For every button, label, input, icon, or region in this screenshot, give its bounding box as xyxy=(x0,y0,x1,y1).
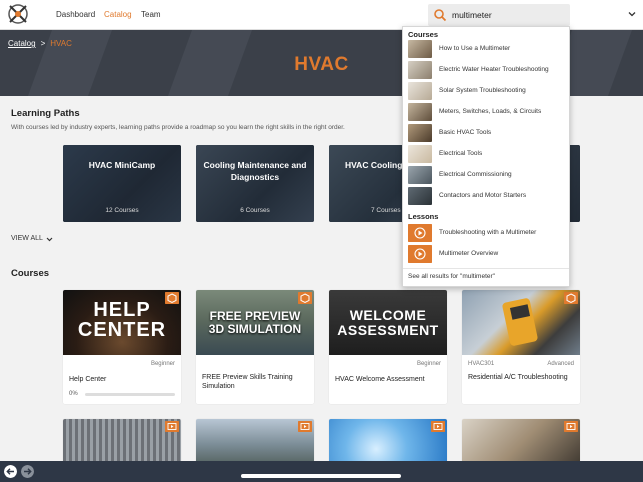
course-card[interactable]: HVAC301 Advanced Residential A/C Trouble… xyxy=(462,290,580,404)
search-result-lesson[interactable]: Troubleshooting with a Multimeter xyxy=(407,223,567,243)
search-result-label: Basic HVAC Tools xyxy=(439,129,492,136)
course-card[interactable]: HELP CENTER Beginner Help Center 0% xyxy=(63,290,181,404)
course-level: Advanced xyxy=(547,361,574,367)
3d-badge-icon xyxy=(165,292,179,304)
view-all-button[interactable]: VIEW ALL xyxy=(11,235,43,242)
course-image: FREE PREVIEW 3D SIMULATION xyxy=(196,290,314,355)
search-input[interactable]: multimeter xyxy=(428,4,570,26)
course-title: FREE Preview Skills Training Simulation xyxy=(202,374,293,390)
course-thumbnail xyxy=(408,61,432,79)
course-thumbnail xyxy=(408,103,432,121)
search-result-course[interactable]: Basic HVAC Tools xyxy=(407,123,567,143)
breadcrumb: Catalog > HVAC xyxy=(8,39,72,48)
play-icon xyxy=(408,245,432,263)
course-image-text: HELP CENTER xyxy=(77,299,167,341)
courses-heading: Courses xyxy=(11,268,50,279)
forward-arrow-icon[interactable] xyxy=(21,465,34,478)
nav-catalog[interactable]: Catalog xyxy=(104,10,132,19)
learning-paths-description: With courses led by industry experts, le… xyxy=(11,124,345,131)
course-card[interactable]: FREE PREVIEW 3D SIMULATION FREE Preview … xyxy=(196,290,314,404)
course-card[interactable]: WELCOME ASSESSMENT Beginner HVAC Welcome… xyxy=(329,290,447,404)
course-thumbnail xyxy=(408,166,432,184)
search-icon xyxy=(434,9,447,22)
video-badge-icon xyxy=(564,421,578,432)
nav-dashboard[interactable]: Dashboard xyxy=(56,10,95,19)
course-title: Help Center xyxy=(69,376,107,383)
breadcrumb-catalog-link[interactable]: Catalog xyxy=(8,39,36,48)
learning-paths-heading: Learning Paths xyxy=(11,108,80,119)
search-result-course[interactable]: Solar System Troubleshooting xyxy=(407,81,567,101)
course-image xyxy=(462,290,580,355)
course-code: HVAC301 xyxy=(468,361,495,367)
search-result-course[interactable]: Meters, Switches, Loads, & Circuits xyxy=(407,102,567,122)
learning-path-count: 12 Courses xyxy=(105,207,139,214)
home-indicator[interactable] xyxy=(241,474,401,478)
dropdown-courses-heading: Courses xyxy=(408,30,439,39)
course-image: WELCOME ASSESSMENT xyxy=(329,290,447,355)
course-image: HELP CENTER xyxy=(63,290,181,355)
search-result-lesson[interactable]: Multimeter Overview xyxy=(407,244,567,264)
search-result-label: Meters, Switches, Loads, & Circuits xyxy=(439,108,542,115)
course-thumbnail xyxy=(408,40,432,58)
learning-path-card[interactable]: Cooling Maintenance and Diagnostics 6 Co… xyxy=(196,145,314,222)
chevron-down-icon[interactable] xyxy=(46,236,53,243)
search-value: multimeter xyxy=(452,10,492,20)
video-badge-icon xyxy=(298,421,312,432)
search-result-course[interactable]: Electrical Tools xyxy=(407,144,567,164)
3d-badge-icon xyxy=(564,292,578,304)
play-icon xyxy=(408,224,432,242)
learning-path-count: 6 Courses xyxy=(240,207,270,214)
search-result-course[interactable]: How to Use a Multimeter xyxy=(407,39,567,59)
nav-team[interactable]: Team xyxy=(141,10,161,19)
search-result-label: How to Use a Multimeter xyxy=(439,45,511,52)
course-image-text: FREE PREVIEW 3D SIMULATION xyxy=(208,309,302,336)
search-result-label: Multimeter Overview xyxy=(439,250,499,257)
course-thumbnail xyxy=(408,145,432,163)
dropdown-divider xyxy=(403,268,569,269)
course-level: Beginner xyxy=(150,361,175,367)
search-result-label: Electrical Commissioning xyxy=(439,171,512,178)
3d-badge-icon xyxy=(298,292,312,304)
course-progress-bar xyxy=(85,393,175,396)
video-badge-icon xyxy=(165,421,179,432)
search-results-dropdown: Courses How to Use a Multimeter Electric… xyxy=(402,26,570,287)
course-thumbnail xyxy=(408,82,432,100)
breadcrumb-separator: > xyxy=(40,39,46,48)
learning-path-title: HVAC MiniCamp xyxy=(88,160,156,170)
course-thumbnail xyxy=(408,187,432,205)
course-thumbnail xyxy=(408,124,432,142)
search-result-label: Troubleshooting with a Multimeter xyxy=(439,229,537,236)
video-badge-icon xyxy=(431,421,445,432)
search-result-course[interactable]: Contactors and Motor Starters xyxy=(407,186,567,206)
see-all-results-link[interactable]: See all results for "multimeter" xyxy=(408,273,495,280)
bottom-toolbar xyxy=(0,461,643,482)
course-title: HVAC Welcome Assessment xyxy=(335,376,425,383)
search-result-label: Electrical Tools xyxy=(439,150,483,157)
course-image-text: WELCOME ASSESSMENT xyxy=(337,307,439,338)
back-arrow-icon[interactable] xyxy=(4,465,17,478)
search-result-label: Contactors and Motor Starters xyxy=(439,192,527,199)
search-result-label: Electric Water Heater Troubleshooting xyxy=(439,66,549,73)
course-progress-label: 0% xyxy=(69,391,78,397)
course-level: Beginner xyxy=(416,361,441,367)
hvac-logo-icon[interactable] xyxy=(7,3,29,25)
dropdown-lessons-heading: Lessons xyxy=(408,212,439,221)
search-result-course[interactable]: Electrical Commissioning xyxy=(407,165,567,185)
search-result-course[interactable]: Electric Water Heater Troubleshooting xyxy=(407,60,567,80)
learning-path-title: Cooling Maintenance and Diagnostics xyxy=(203,160,307,182)
breadcrumb-current: HVAC xyxy=(50,39,72,48)
search-result-label: Solar System Troubleshooting xyxy=(439,87,526,94)
chevron-down-icon[interactable] xyxy=(628,10,636,18)
course-title: Residential A/C Troubleshooting xyxy=(468,374,568,381)
learning-path-card[interactable]: HVAC MiniCamp 12 Courses xyxy=(63,145,181,222)
